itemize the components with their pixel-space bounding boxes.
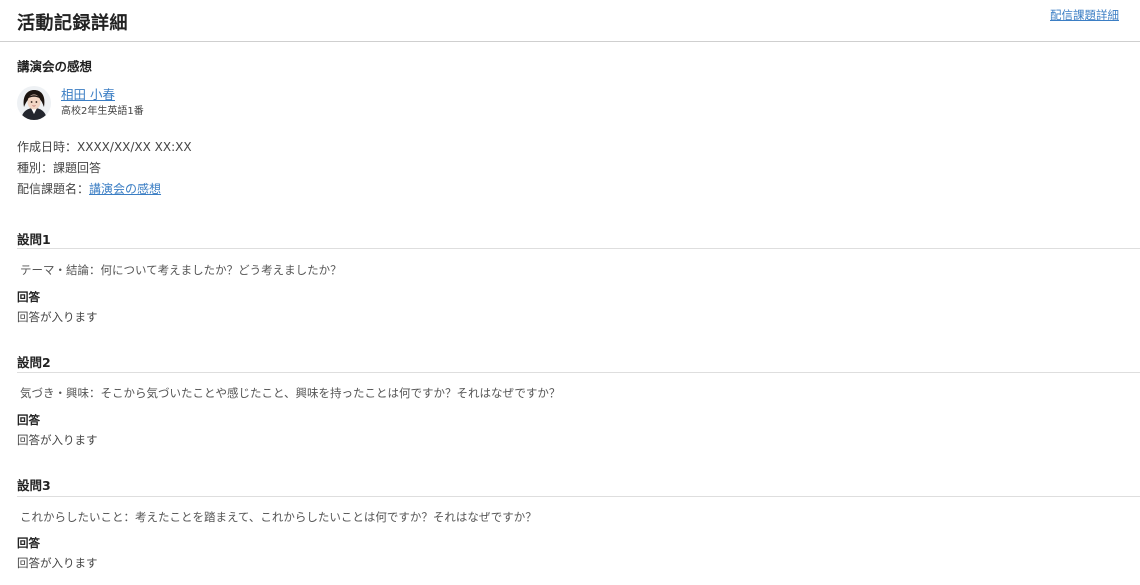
- author-class-info: 高校2年生英語1番: [61, 106, 144, 117]
- assignment-detail-link[interactable]: 配信課題詳細: [1050, 7, 1119, 23]
- question-1-heading: 設問1: [17, 232, 51, 247]
- question-3-divider: [17, 496, 1140, 497]
- record-type-row: 種別：課題回答: [17, 159, 101, 176]
- assignment-name-row: 配信課題名：講演会の感想: [17, 180, 161, 197]
- question-2-answer-label: 回答: [17, 413, 40, 427]
- question-2-answer: 回答が入ります: [17, 433, 98, 447]
- question-2-divider: [17, 372, 1140, 373]
- created-at-label: 作成日時：: [17, 140, 78, 154]
- page-header: 活動記録詳細 配信課題詳細: [0, 0, 1140, 42]
- question-3-text: これからしたいこと：考えたことを踏まえて、これからしたいことは何ですか？それはな…: [20, 510, 537, 524]
- page-title: 活動記録詳細: [17, 13, 128, 34]
- activity-record-detail-page: 活動記録詳細 配信課題詳細 講演会の感想 相田 小春 高校2年生英語1番 作成日…: [0, 0, 1140, 585]
- record-title: 講演会の感想: [17, 59, 93, 74]
- created-at-row: 作成日時：XXXX/XX/XX XX:XX: [17, 138, 192, 155]
- question-1-text: テーマ・結論：何について考えましたか？どう考えましたか？: [20, 263, 342, 277]
- student-avatar-icon: [17, 86, 51, 120]
- question-3-heading: 設問3: [17, 478, 51, 493]
- record-type-value: 課題回答: [53, 161, 102, 175]
- assignment-name-link[interactable]: 講演会の感想: [89, 182, 161, 196]
- question-1-answer: 回答が入ります: [17, 310, 98, 324]
- question-3-answer-label: 回答: [17, 536, 40, 550]
- question-3-answer: 回答が入ります: [17, 556, 98, 570]
- question-1-answer-label: 回答: [17, 290, 40, 304]
- assignment-name-label: 配信課題名：: [17, 182, 90, 196]
- question-2-heading: 設問2: [17, 355, 51, 370]
- author-name-link[interactable]: 相田 小春: [61, 84, 115, 103]
- question-2-text: 気づき・興味：そこから気づいたことや感じたこと、興味を持ったことは何ですか？それ…: [20, 386, 561, 400]
- created-at-value: XXXX/XX/XX XX:XX: [77, 140, 192, 154]
- question-1-divider: [17, 248, 1140, 249]
- record-type-label: 種別：: [17, 161, 54, 175]
